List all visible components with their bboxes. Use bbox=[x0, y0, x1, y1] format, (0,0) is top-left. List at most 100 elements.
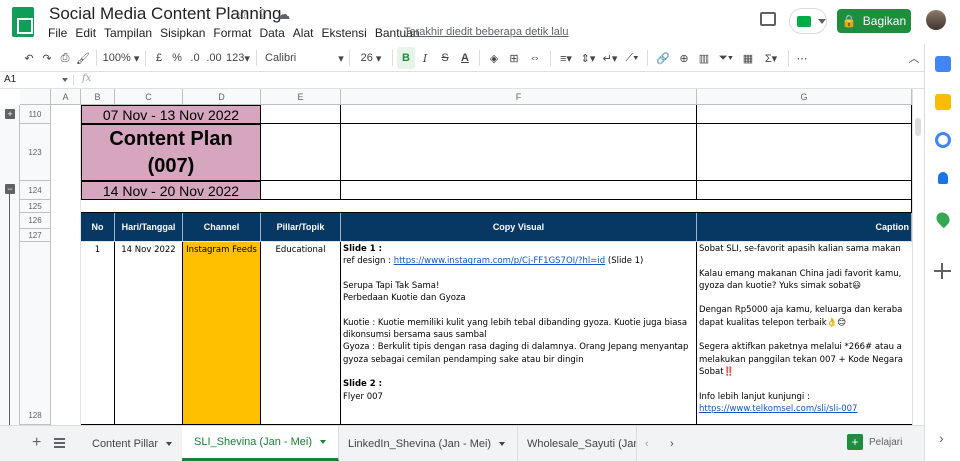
contacts-icon[interactable] bbox=[938, 172, 948, 184]
maps-icon[interactable] bbox=[933, 209, 953, 229]
vertical-scrollbar[interactable] bbox=[912, 89, 924, 425]
move-icon[interactable]: ⇪ bbox=[257, 6, 269, 23]
column-header-e[interactable]: E bbox=[261, 89, 341, 105]
menu-view[interactable]: Tampilan bbox=[104, 26, 158, 40]
functions-icon[interactable]: Σ▾ bbox=[758, 47, 784, 69]
insert-chart-icon[interactable]: ▥ bbox=[694, 47, 714, 69]
row-header-125[interactable]: 125 bbox=[20, 200, 51, 213]
row-header-126[interactable]: 126 bbox=[20, 213, 51, 229]
tab-wholesale-sayuti[interactable]: Wholesale_Sayuti (Jan bbox=[515, 426, 637, 461]
chevron-down-icon[interactable]: ▾ bbox=[337, 47, 345, 69]
header-channel[interactable]: Channel bbox=[183, 213, 261, 242]
cell[interactable] bbox=[697, 124, 912, 181]
header-pillar[interactable]: Pillar/Topik bbox=[261, 213, 341, 242]
vertical-align-icon[interactable]: ⇕▾ bbox=[577, 47, 599, 69]
column-header-f[interactable]: F bbox=[341, 89, 697, 105]
column-header-a[interactable]: A bbox=[51, 89, 81, 105]
share-button[interactable]: 🔒 Bagikan bbox=[837, 9, 911, 33]
cell-pillar[interactable]: Educational bbox=[261, 242, 341, 425]
chevron-down-icon[interactable] bbox=[166, 441, 173, 446]
text-color-button[interactable]: A bbox=[455, 47, 475, 69]
font-size-select[interactable]: 26 ▾ bbox=[354, 47, 388, 69]
spreadsheet-grid[interactable]: A B C D E F G + − 110 123 124 125 126 12… bbox=[0, 89, 912, 425]
keep-icon[interactable] bbox=[935, 94, 951, 110]
paint-format-icon[interactable]: 🖌 bbox=[74, 47, 92, 69]
avatar[interactable] bbox=[926, 10, 946, 30]
scroll-tabs-right-icon[interactable]: › bbox=[662, 426, 682, 461]
horizontal-align-icon[interactable]: ≡▾ bbox=[555, 47, 577, 69]
collapse-menus-icon[interactable]: ︿ bbox=[905, 47, 923, 69]
week-range-cell[interactable]: 14 Nov - 20 Nov 2022 bbox=[81, 181, 261, 200]
week-range-cell[interactable]: 07 Nov - 13 Nov 2022 bbox=[81, 105, 261, 124]
currency-button[interactable]: £ bbox=[150, 47, 168, 69]
percent-button[interactable]: % bbox=[168, 47, 186, 69]
menu-file[interactable]: File bbox=[48, 26, 73, 40]
cell[interactable] bbox=[697, 181, 912, 200]
tasks-icon[interactable] bbox=[935, 132, 951, 148]
all-sheets-icon[interactable] bbox=[54, 438, 65, 448]
italic-button[interactable]: I bbox=[415, 47, 435, 69]
menu-extensions[interactable]: Ekstensi bbox=[321, 26, 372, 40]
cell-caption[interactable]: Sobat SLI, se-favorit apasih kalian sama… bbox=[697, 242, 912, 425]
select-all-corner[interactable] bbox=[20, 89, 51, 105]
column-header-b[interactable]: B bbox=[81, 89, 115, 105]
caption-link[interactable]: https://www.telkomsel.com/sli/sli-007 bbox=[699, 404, 857, 414]
cell[interactable] bbox=[341, 124, 697, 181]
tab-content-pillar[interactable]: Content Pillar bbox=[80, 426, 186, 461]
row-header-123[interactable]: 123 bbox=[20, 124, 51, 181]
cell[interactable] bbox=[261, 124, 341, 181]
filter-views-icon[interactable]: ▦ bbox=[738, 47, 758, 69]
cell[interactable] bbox=[341, 181, 697, 200]
fill-color-icon[interactable]: ◈ bbox=[484, 47, 504, 69]
filter-icon[interactable]: ⏷▾ bbox=[714, 47, 738, 69]
cell-copy-visual[interactable]: Slide 1 : ref design : https://www.insta… bbox=[341, 242, 697, 425]
redo-icon[interactable]: ↷ bbox=[38, 47, 56, 69]
cell-no[interactable]: 1 bbox=[81, 242, 115, 425]
merge-cells-icon[interactable]: ⇔ bbox=[524, 47, 546, 69]
strikethrough-button[interactable]: S bbox=[435, 47, 455, 69]
cloud-status-icon[interactable]: ☁ bbox=[276, 6, 290, 23]
meet-button[interactable] bbox=[789, 8, 827, 34]
explore-button[interactable]: + Pelajari bbox=[847, 434, 902, 450]
decrease-decimal-button[interactable]: .0 bbox=[186, 47, 204, 69]
text-wrap-icon[interactable]: ↵▾ bbox=[599, 47, 621, 69]
scroll-tabs-left-icon[interactable]: ‹ bbox=[637, 426, 657, 461]
header-caption[interactable]: Caption bbox=[697, 213, 912, 242]
row-header-124[interactable]: 124 bbox=[20, 181, 51, 200]
cell-date[interactable]: 14 Nov 2022 bbox=[115, 242, 183, 425]
cell[interactable] bbox=[81, 200, 912, 213]
header-date[interactable]: Hari/Tanggal bbox=[115, 213, 183, 242]
chevron-down-icon[interactable] bbox=[499, 441, 506, 446]
add-sheet-icon[interactable]: + bbox=[32, 434, 41, 452]
tab-linkedin-shevina[interactable]: LinkedIn_Shevina (Jan - Mei) bbox=[336, 426, 519, 461]
name-box[interactable]: A1 bbox=[4, 74, 16, 85]
bold-button[interactable]: B bbox=[397, 47, 415, 69]
column-header-g[interactable]: G bbox=[697, 89, 912, 105]
column-header-d[interactable]: D bbox=[183, 89, 261, 105]
more-formats-select[interactable]: 123 ▾ bbox=[224, 47, 252, 69]
insert-comment-icon[interactable]: ⊕ bbox=[674, 47, 694, 69]
row-header-128[interactable]: 128 bbox=[20, 242, 51, 425]
zoom-select[interactable]: 100% ▾ bbox=[101, 47, 141, 69]
print-icon[interactable]: ⎙ bbox=[56, 47, 74, 69]
more-options-icon[interactable]: ⋯ bbox=[793, 47, 811, 69]
undo-icon[interactable]: ↶ bbox=[20, 47, 38, 69]
cell[interactable] bbox=[697, 105, 912, 124]
content-plan-cell[interactable]: Content Plan (007) bbox=[81, 124, 261, 181]
header-no[interactable]: No bbox=[81, 213, 115, 242]
tab-sli-shevina[interactable]: SLI_Shevina (Jan - Mei) bbox=[182, 426, 339, 461]
star-icon[interactable]: ☆ bbox=[236, 6, 249, 23]
menu-tools[interactable]: Alat bbox=[293, 26, 320, 40]
font-select[interactable]: Calibri bbox=[261, 47, 337, 69]
chevron-down-icon[interactable] bbox=[320, 440, 326, 444]
comment-history-icon[interactable] bbox=[760, 12, 776, 26]
ref-design-link[interactable]: https://www.instagram.com/p/Cj-FF1GS7OI/… bbox=[394, 256, 605, 266]
cell[interactable] bbox=[261, 105, 341, 124]
expand-group-icon[interactable]: + bbox=[5, 109, 15, 119]
menu-insert[interactable]: Sisipkan bbox=[160, 26, 211, 40]
scrollbar-thumb[interactable] bbox=[915, 118, 921, 136]
menu-format[interactable]: Format bbox=[213, 26, 257, 40]
chevron-down-icon[interactable] bbox=[62, 78, 68, 82]
collapse-group-icon[interactable]: − bbox=[5, 184, 15, 194]
menu-edit[interactable]: Edit bbox=[75, 26, 102, 40]
